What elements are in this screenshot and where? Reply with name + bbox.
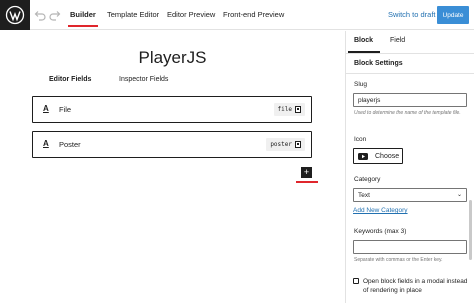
switch-to-draft-button[interactable]: Switch to draft	[388, 10, 436, 19]
slug-help-text: Used to determine the name of the templa…	[354, 110, 461, 116]
block-settings-heading: Block Settings	[354, 60, 403, 67]
divider	[346, 53, 474, 54]
undo-icon[interactable]	[33, 8, 47, 22]
top-toolbar: Builder Template Editor Editor Preview F…	[0, 0, 474, 30]
field-slug: poster	[270, 141, 292, 148]
chevron-down-icon: ⌄	[456, 192, 462, 198]
keywords-label: Keywords (max 3)	[354, 228, 407, 235]
copy-icon[interactable]	[295, 106, 301, 113]
modal-checkbox-label[interactable]: Open block fields in a modal instead of …	[363, 277, 471, 295]
redo-icon[interactable]	[48, 8, 62, 22]
update-button[interactable]: Update	[437, 6, 469, 24]
add-new-category-link[interactable]: Add New Category	[353, 207, 408, 214]
tab-field[interactable]: Field	[390, 37, 405, 44]
tab-template-editor[interactable]: Template Editor	[107, 10, 159, 19]
category-label: Category	[354, 176, 381, 183]
subtab-editor-fields[interactable]: Editor Fields	[49, 76, 91, 83]
keywords-input[interactable]	[353, 240, 467, 254]
choose-label: Choose	[375, 152, 400, 160]
field-name: File	[59, 105, 72, 114]
copy-icon[interactable]	[295, 141, 301, 148]
sidebar-scrollbar[interactable]	[469, 200, 472, 260]
modal-checkbox[interactable]	[353, 278, 359, 284]
subtab-inspector-fields[interactable]: Inspector Fields	[119, 76, 168, 83]
icon-label: Icon	[354, 136, 367, 143]
editor-canvas: PlayerJS Editor Fields Inspector Fields …	[0, 31, 345, 303]
field-name: Poster	[59, 140, 81, 149]
wordpress-logo-icon[interactable]	[0, 0, 30, 30]
tab-editor-preview[interactable]: Editor Preview	[167, 10, 215, 19]
add-field-button[interactable]: +	[301, 167, 312, 178]
field-row-file[interactable]: A File file	[32, 96, 312, 123]
tab-frontend-preview[interactable]: Front-end Preview	[223, 10, 284, 19]
text-field-icon: A	[43, 139, 49, 148]
field-slug: file	[277, 106, 292, 113]
add-field-indicator	[296, 181, 318, 183]
active-tab-indicator	[68, 25, 98, 27]
choose-icon-button[interactable]: Choose	[353, 148, 403, 164]
slug-input[interactable]: playerjs	[353, 93, 467, 107]
slug-label: Slug	[354, 81, 368, 88]
field-row-poster[interactable]: A Poster poster	[32, 131, 312, 158]
category-select[interactable]: Text ⌄	[353, 188, 467, 202]
text-field-icon: A	[43, 104, 49, 113]
category-value: Text	[358, 192, 370, 199]
field-slug-badge[interactable]: poster	[266, 138, 305, 151]
tab-builder[interactable]: Builder	[70, 10, 96, 19]
field-slug-badge[interactable]: file	[273, 103, 305, 116]
divider	[346, 73, 474, 74]
page-title: PlayerJS	[138, 48, 207, 67]
keywords-help-text: Separate with commas or the Enter key.	[354, 257, 443, 263]
video-icon	[356, 149, 370, 163]
settings-sidebar: Block Field Block Settings Slug playerjs…	[345, 31, 474, 303]
tab-block[interactable]: Block	[354, 37, 373, 44]
